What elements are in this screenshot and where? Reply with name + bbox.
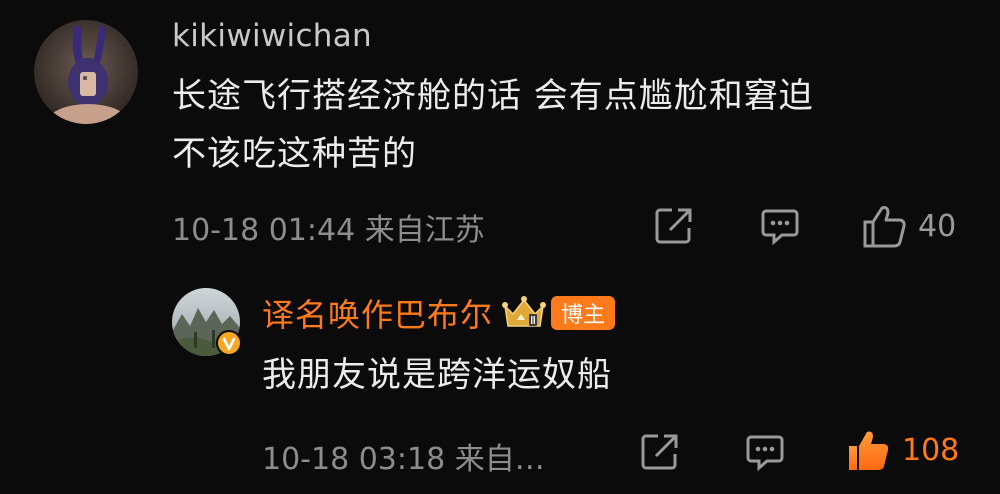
share-button[interactable] [640, 432, 680, 472]
comment-item: kikiwiwichan 长途飞行搭经济舱的话 会有点尴尬和窘迫 不该吃这种苦的… [0, 0, 1000, 270]
like-button[interactable]: 40 [862, 204, 956, 248]
crown-level-icon [502, 296, 547, 327]
share-icon [641, 434, 678, 470]
like-icon [863, 206, 906, 248]
comment-icon [761, 209, 799, 246]
blogger-badge: 博主 [551, 296, 616, 330]
comment-text-line: 长途飞行搭经济舱的话 会有点尴尬和窘迫 [172, 76, 814, 116]
like-button[interactable]: 108 [846, 428, 959, 472]
like-icon [849, 431, 889, 470]
like-count: 108 [902, 432, 960, 468]
verified-v-icon [216, 330, 242, 356]
comment-icon [746, 435, 784, 472]
comment-text: 我朋友说是跨洋运奴船 [262, 355, 612, 395]
share-button[interactable] [654, 206, 694, 246]
avatar[interactable] [34, 20, 138, 124]
share-icon [655, 208, 692, 244]
reply-button[interactable] [745, 432, 785, 472]
comment-username[interactable]: 译名唤作巴布尔 [262, 290, 493, 336]
comment-meta: 10-18 01:44 来自江苏 [172, 213, 485, 248]
comment-text-line: 不该吃这种苦的 [172, 134, 417, 174]
reply-button[interactable] [760, 206, 800, 246]
comment-username[interactable]: kikiwiwichan [172, 18, 372, 54]
reply-header: 译名唤作巴布尔 博主 [262, 290, 616, 336]
comment-text: 长途飞行搭经济舱的话 会有点尴尬和窘迫 不该吃这种苦的 [172, 67, 962, 183]
comment-meta: 10-18 03:18 来自… [262, 442, 545, 477]
like-count: 40 [918, 208, 957, 244]
